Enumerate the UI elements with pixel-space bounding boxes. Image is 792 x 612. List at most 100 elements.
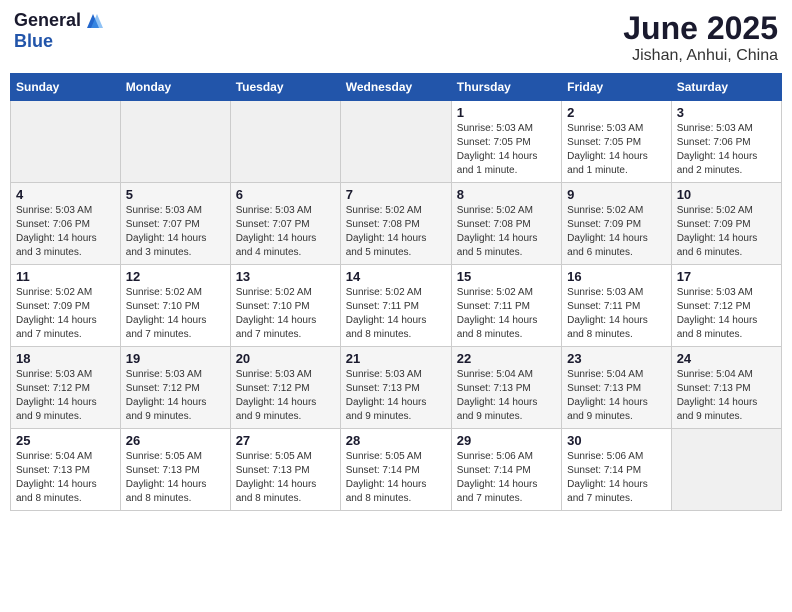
day-number: 27 [236,433,335,448]
day-number: 3 [677,105,776,120]
day-info: Sunrise: 5:04 AMSunset: 7:13 PMDaylight:… [457,369,538,422]
day-info: Sunrise: 5:06 AMSunset: 7:14 PMDaylight:… [457,451,538,504]
day-number: 29 [457,433,556,448]
calendar-cell: 28 Sunrise: 5:05 AMSunset: 7:14 PMDaylig… [340,429,451,511]
day-number: 9 [567,187,666,202]
day-number: 16 [567,269,666,284]
day-info: Sunrise: 5:02 AMSunset: 7:11 PMDaylight:… [346,287,427,340]
logo: General Blue [14,10,103,52]
calendar-cell: 19 Sunrise: 5:03 AMSunset: 7:12 PMDaylig… [120,347,230,429]
day-info: Sunrise: 5:03 AMSunset: 7:05 PMDaylight:… [457,123,538,176]
page-header: General Blue June 2025 Jishan, Anhui, Ch… [10,10,782,65]
day-number: 28 [346,433,446,448]
logo-general-text: General [14,10,81,31]
calendar-cell [11,101,121,183]
weekday-header: Sunday [11,74,121,101]
weekday-header: Thursday [451,74,561,101]
day-info: Sunrise: 5:04 AMSunset: 7:13 PMDaylight:… [567,369,648,422]
day-info: Sunrise: 5:03 AMSunset: 7:11 PMDaylight:… [567,287,648,340]
day-info: Sunrise: 5:02 AMSunset: 7:09 PMDaylight:… [567,205,648,258]
day-info: Sunrise: 5:02 AMSunset: 7:09 PMDaylight:… [16,287,97,340]
day-number: 7 [346,187,446,202]
weekday-header-row: SundayMondayTuesdayWednesdayThursdayFrid… [11,74,782,101]
calendar-cell: 2 Sunrise: 5:03 AMSunset: 7:05 PMDayligh… [562,101,672,183]
day-info: Sunrise: 5:02 AMSunset: 7:09 PMDaylight:… [677,205,758,258]
weekday-header: Wednesday [340,74,451,101]
calendar-cell: 18 Sunrise: 5:03 AMSunset: 7:12 PMDaylig… [11,347,121,429]
day-info: Sunrise: 5:02 AMSunset: 7:08 PMDaylight:… [346,205,427,258]
calendar-cell: 16 Sunrise: 5:03 AMSunset: 7:11 PMDaylig… [562,265,672,347]
day-info: Sunrise: 5:05 AMSunset: 7:14 PMDaylight:… [346,451,427,504]
day-number: 4 [16,187,115,202]
day-number: 22 [457,351,556,366]
day-number: 6 [236,187,335,202]
day-number: 23 [567,351,666,366]
calendar-cell: 22 Sunrise: 5:04 AMSunset: 7:13 PMDaylig… [451,347,561,429]
calendar-cell: 1 Sunrise: 5:03 AMSunset: 7:05 PMDayligh… [451,101,561,183]
day-info: Sunrise: 5:03 AMSunset: 7:06 PMDaylight:… [677,123,758,176]
calendar-cell: 27 Sunrise: 5:05 AMSunset: 7:13 PMDaylig… [230,429,340,511]
calendar-cell: 26 Sunrise: 5:05 AMSunset: 7:13 PMDaylig… [120,429,230,511]
weekday-header: Monday [120,74,230,101]
day-number: 14 [346,269,446,284]
calendar-week-row: 11 Sunrise: 5:02 AMSunset: 7:09 PMDaylig… [11,265,782,347]
weekday-header: Saturday [671,74,781,101]
calendar-cell: 10 Sunrise: 5:02 AMSunset: 7:09 PMDaylig… [671,183,781,265]
location-title: Jishan, Anhui, China [623,47,778,65]
calendar-cell: 6 Sunrise: 5:03 AMSunset: 7:07 PMDayligh… [230,183,340,265]
day-number: 10 [677,187,776,202]
calendar-cell: 4 Sunrise: 5:03 AMSunset: 7:06 PMDayligh… [11,183,121,265]
day-number: 25 [16,433,115,448]
calendar-cell: 23 Sunrise: 5:04 AMSunset: 7:13 PMDaylig… [562,347,672,429]
day-number: 21 [346,351,446,366]
day-info: Sunrise: 5:03 AMSunset: 7:13 PMDaylight:… [346,369,427,422]
day-info: Sunrise: 5:03 AMSunset: 7:12 PMDaylight:… [16,369,97,422]
day-info: Sunrise: 5:05 AMSunset: 7:13 PMDaylight:… [236,451,317,504]
day-info: Sunrise: 5:03 AMSunset: 7:12 PMDaylight:… [126,369,207,422]
calendar-cell: 25 Sunrise: 5:04 AMSunset: 7:13 PMDaylig… [11,429,121,511]
day-number: 20 [236,351,335,366]
day-number: 8 [457,187,556,202]
month-title: June 2025 [623,10,778,47]
calendar-cell: 3 Sunrise: 5:03 AMSunset: 7:06 PMDayligh… [671,101,781,183]
calendar-cell: 21 Sunrise: 5:03 AMSunset: 7:13 PMDaylig… [340,347,451,429]
calendar-cell: 12 Sunrise: 5:02 AMSunset: 7:10 PMDaylig… [120,265,230,347]
calendar-cell: 29 Sunrise: 5:06 AMSunset: 7:14 PMDaylig… [451,429,561,511]
calendar-cell: 8 Sunrise: 5:02 AMSunset: 7:08 PMDayligh… [451,183,561,265]
day-number: 15 [457,269,556,284]
day-number: 18 [16,351,115,366]
calendar-week-row: 4 Sunrise: 5:03 AMSunset: 7:06 PMDayligh… [11,183,782,265]
calendar-cell: 17 Sunrise: 5:03 AMSunset: 7:12 PMDaylig… [671,265,781,347]
day-number: 30 [567,433,666,448]
day-number: 11 [16,269,115,284]
title-section: June 2025 Jishan, Anhui, China [623,10,778,65]
day-info: Sunrise: 5:02 AMSunset: 7:10 PMDaylight:… [126,287,207,340]
day-number: 19 [126,351,225,366]
logo-triangle-icon [83,10,103,28]
calendar-cell: 30 Sunrise: 5:06 AMSunset: 7:14 PMDaylig… [562,429,672,511]
weekday-header: Friday [562,74,672,101]
calendar-cell [120,101,230,183]
day-info: Sunrise: 5:02 AMSunset: 7:11 PMDaylight:… [457,287,538,340]
weekday-header: Tuesday [230,74,340,101]
calendar-week-row: 18 Sunrise: 5:03 AMSunset: 7:12 PMDaylig… [11,347,782,429]
day-number: 12 [126,269,225,284]
day-number: 2 [567,105,666,120]
day-info: Sunrise: 5:03 AMSunset: 7:07 PMDaylight:… [126,205,207,258]
day-info: Sunrise: 5:06 AMSunset: 7:14 PMDaylight:… [567,451,648,504]
day-number: 13 [236,269,335,284]
calendar-week-row: 1 Sunrise: 5:03 AMSunset: 7:05 PMDayligh… [11,101,782,183]
calendar-cell: 7 Sunrise: 5:02 AMSunset: 7:08 PMDayligh… [340,183,451,265]
day-info: Sunrise: 5:03 AMSunset: 7:07 PMDaylight:… [236,205,317,258]
day-number: 5 [126,187,225,202]
day-info: Sunrise: 5:04 AMSunset: 7:13 PMDaylight:… [677,369,758,422]
day-info: Sunrise: 5:03 AMSunset: 7:12 PMDaylight:… [677,287,758,340]
calendar-cell: 13 Sunrise: 5:02 AMSunset: 7:10 PMDaylig… [230,265,340,347]
day-info: Sunrise: 5:04 AMSunset: 7:13 PMDaylight:… [16,451,97,504]
calendar-cell: 9 Sunrise: 5:02 AMSunset: 7:09 PMDayligh… [562,183,672,265]
calendar-cell [671,429,781,511]
day-info: Sunrise: 5:05 AMSunset: 7:13 PMDaylight:… [126,451,207,504]
calendar-cell: 5 Sunrise: 5:03 AMSunset: 7:07 PMDayligh… [120,183,230,265]
day-info: Sunrise: 5:03 AMSunset: 7:05 PMDaylight:… [567,123,648,176]
day-number: 24 [677,351,776,366]
